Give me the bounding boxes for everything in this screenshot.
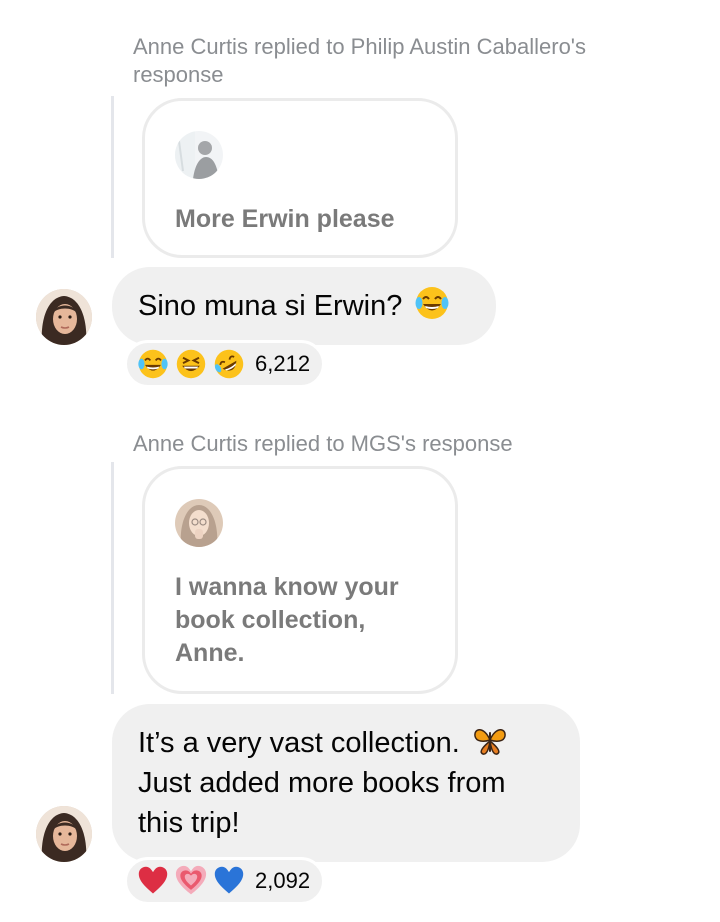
reply-text-line: Just added more books from	[138, 767, 506, 799]
reply-text-line: It’s a very vast collection.	[138, 727, 460, 759]
reaction-count: 2,092	[255, 868, 311, 893]
commenter-avatar[interactable]	[175, 499, 223, 547]
anne-avatar[interactable]	[36, 806, 92, 862]
thread-line	[111, 462, 114, 694]
laughing-tears-icon	[415, 287, 449, 319]
reply-header: Anne Curtis replied to MGS's response	[133, 431, 513, 456]
rofl-icon	[214, 349, 244, 379]
reply-bubble[interactable]: Sino muna si Erwin?	[112, 267, 496, 345]
reply-text: Sino muna si Erwin?	[138, 290, 403, 322]
reply-text-line: this trip!	[138, 807, 240, 839]
growing-heart-icon	[175, 865, 207, 895]
commenter-avatar[interactable]	[175, 131, 223, 179]
reactions-summary[interactable]: 2,092	[124, 857, 326, 905]
grinning-squint-icon	[176, 349, 206, 379]
anne-avatar[interactable]	[36, 289, 92, 345]
profile-photo-icon	[36, 806, 92, 862]
quoted-comment-text: I wanna know your book collection, Anne.	[175, 573, 399, 667]
profile-photo-icon	[36, 289, 92, 345]
reactions-summary[interactable]: 6,212	[124, 340, 326, 388]
reaction-count: 6,212	[255, 351, 311, 376]
quoted-comment-text: More Erwin please	[175, 205, 395, 233]
commenter-photo-icon	[175, 131, 223, 179]
red-heart-icon	[138, 866, 168, 894]
reply-bubble[interactable]: It’s a very vast collection. Just added …	[112, 704, 580, 862]
thread-line	[111, 96, 114, 258]
laughing-tears-icon	[138, 349, 168, 379]
blue-heart-icon	[214, 866, 244, 894]
commenter-photo-icon	[175, 499, 223, 547]
quoted-comment-card[interactable]: More Erwin please	[142, 98, 458, 258]
butterfly-icon	[474, 729, 506, 755]
quoted-comment-card[interactable]: I wanna know your book collection, Anne.	[142, 466, 458, 694]
reply-header: Anne Curtis replied to Philip Austin Cab…	[133, 34, 586, 87]
